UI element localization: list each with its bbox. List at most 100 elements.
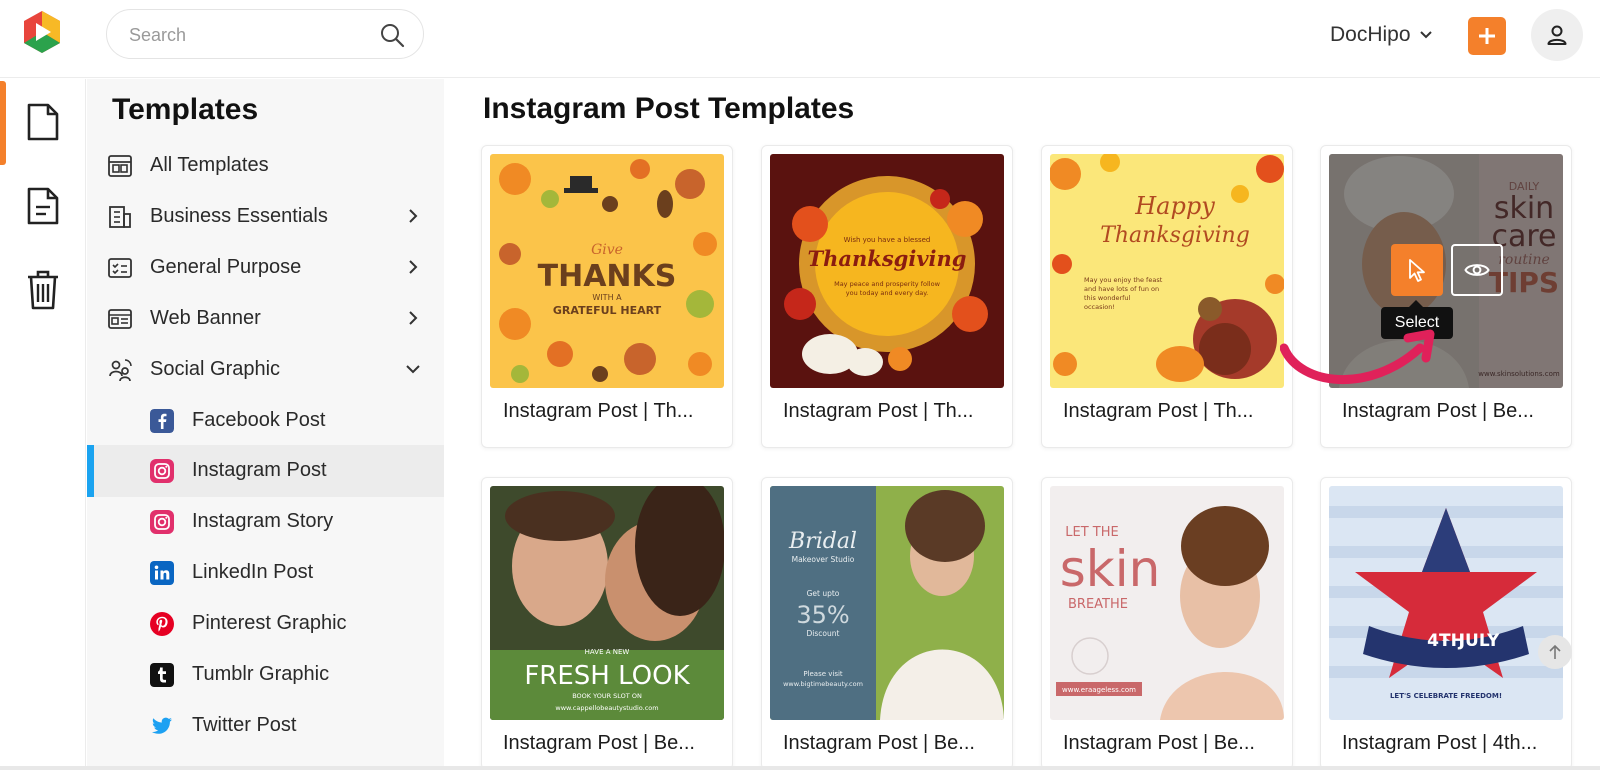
thumb-text: May peace and prosperity follow [834,280,940,288]
sidebar-item-linkedin-post[interactable]: LinkedIn Post [87,547,444,599]
thumb-text: Happy [1134,192,1215,220]
thumb-text: www.bigtimebeauty.com [783,680,863,688]
thumb-text: Discount [807,629,840,638]
select-template-button[interactable] [1391,244,1443,296]
template-caption: Instagram Post | Th... [503,400,694,422]
banner-icon [108,309,132,329]
thumb-text: www.cappellobeautystudio.com [555,704,658,712]
thumb-text: FRESH LOOK [524,661,690,691]
thumb-text: Give [591,242,623,258]
rail-trash[interactable] [0,247,86,333]
thumb-text: www.eraageless.com [1062,686,1136,694]
thumb-text: Thanksgiving [1100,223,1250,248]
sidebar-item-tumblr-graphic[interactable]: Tumblr Graphic [87,649,444,701]
search-box[interactable] [106,9,424,59]
thumb-text: occasion! [1084,303,1115,311]
building-icon [109,206,131,228]
dochipo-logo[interactable] [18,8,66,56]
chevron-right-icon [409,311,418,325]
sidebar-sub-label: Facebook Post [192,409,326,431]
template-card[interactable]: Happy Thanksgiving May you enjoy the fea… [1041,145,1293,448]
workspace-dropdown[interactable]: DocHipo [1330,20,1433,50]
thumb-text: this wonderful [1084,294,1131,302]
thumb-text: skin [1060,540,1161,598]
sidebar-item-all-templates[interactable]: All Templates [87,140,444,192]
sidebar-sub-label: Pinterest Graphic [192,612,347,634]
thumb-text: Bridal [788,529,857,554]
template-caption: Instagram Post | Be... [1342,400,1534,422]
template-card[interactable]: HAVE A NEW FRESH LOOK BOOK YOUR SLOT ON … [481,477,733,770]
template-card[interactable]: DAILY skin care routine TIPS www.skinsol… [1320,145,1572,448]
thanksgiving-wreath-image: Wish you have a blessed Thanksgiving May… [770,154,1004,388]
rail-my-documents[interactable] [0,163,86,249]
trash-icon [28,270,58,310]
pinterest-icon [150,612,174,636]
sidebar-item-facebook-post[interactable]: Facebook Post [87,395,444,447]
scrollbar-track[interactable] [0,766,1600,770]
sidebar-item-label: Web Banner [150,307,261,329]
template-thumbnail[interactable]: Bridal Makeover Studio Get upto 35% Disc… [770,486,1004,720]
sidebar-sub-label: Twitter Post [192,714,297,736]
tumblr-icon [150,663,174,687]
template-thumbnail[interactable]: Give THANKS WITH A GRATEFUL HEART [490,154,724,388]
instagram-icon [150,510,174,534]
template-card[interactable]: LET THE skin BREATHE www.eraageless.com … [1041,477,1293,770]
rail-templates[interactable] [0,79,86,165]
top-bar: DocHipo [0,0,1600,78]
sidebar-item-web-banner[interactable]: Web Banner [87,293,444,345]
sidebar-item-general-purpose[interactable]: General Purpose [87,242,444,294]
sidebar-item-pinterest-graphic[interactable]: Pinterest Graphic [87,598,444,650]
search-input[interactable] [129,22,359,48]
template-card[interactable]: 4TH JULY LET'S CELEBRATE FREEDOM! Instag… [1320,477,1572,770]
template-card[interactable]: Wish you have a blessed Thanksgiving May… [761,145,1013,448]
chevron-right-icon [409,209,418,223]
thumb-text: BOOK YOUR SLOT ON [572,692,642,700]
thanksgiving-pattern-image: Give THANKS WITH A GRATEFUL HEART [490,154,724,388]
template-thumbnail[interactable]: Happy Thanksgiving May you enjoy the fea… [1050,154,1284,388]
thumb-text: Get upto [807,589,840,598]
thumb-text: JULY [1458,631,1500,651]
sidebar-item-instagram-post[interactable]: Instagram Post [87,445,444,497]
template-thumbnail[interactable]: Wish you have a blessed Thanksgiving May… [770,154,1004,388]
template-thumbnail[interactable]: DAILY skin care routine TIPS www.skinsol… [1329,154,1563,388]
let-the-skin-breathe-image: LET THE skin BREATHE www.eraageless.com [1050,486,1284,720]
templates-sidebar: Templates All Templates Business Essenti… [87,79,444,770]
select-tooltip: Select [1381,300,1453,339]
document-icon [27,103,59,141]
thumb-text: WITH A [592,293,622,302]
chevron-right-icon [409,260,418,274]
template-thumbnail[interactable]: 4TH JULY LET'S CELEBRATE FREEDOM! [1329,486,1563,720]
template-thumbnail[interactable]: HAVE A NEW FRESH LOOK BOOK YOUR SLOT ON … [490,486,724,720]
template-card[interactable]: Bridal Makeover Studio Get upto 35% Disc… [761,477,1013,770]
sidebar-item-social-graphic[interactable]: Social Graphic [87,344,444,396]
template-caption: Instagram Post | Be... [1063,732,1255,754]
workspace-label: DocHipo [1330,23,1411,46]
sidebar-sub-label: LinkedIn Post [192,561,314,583]
thumb-text: and have lots of fun on [1084,285,1159,293]
template-thumbnail[interactable]: LET THE skin BREATHE www.eraageless.com [1050,486,1284,720]
plus-icon [1479,28,1495,44]
template-caption: Instagram Post | Th... [1063,400,1254,422]
template-caption: Instagram Post | Th... [783,400,974,422]
search-icon[interactable] [379,22,405,48]
thumb-text: May you enjoy the feast [1084,276,1163,284]
left-rail [0,79,86,770]
sidebar-sub-label: Instagram Post [192,459,327,481]
sidebar-item-twitter-post[interactable]: Twitter Post [87,700,444,752]
checklist-icon [108,258,132,278]
thumb-text: you today and every day. [846,289,928,297]
sidebar-item-instagram-story[interactable]: Instagram Story [87,496,444,548]
template-card[interactable]: Give THANKS WITH A GRATEFUL HEART Instag… [481,145,733,448]
thumb-text: Makeover Studio [792,555,855,564]
page-title: Instagram Post Templates [483,92,855,125]
sidebar-item-label: Business Essentials [150,205,328,227]
preview-template-button[interactable] [1451,244,1503,296]
create-button[interactable] [1468,17,1506,55]
social-users-icon [109,359,132,382]
cursor-pointer-icon [1409,259,1425,282]
sidebar-item-business-essentials[interactable]: Business Essentials [87,191,444,243]
linkedin-icon [150,561,174,585]
twitter-icon [152,717,172,734]
user-avatar[interactable] [1531,9,1583,61]
scroll-to-top-button[interactable] [1538,635,1572,669]
